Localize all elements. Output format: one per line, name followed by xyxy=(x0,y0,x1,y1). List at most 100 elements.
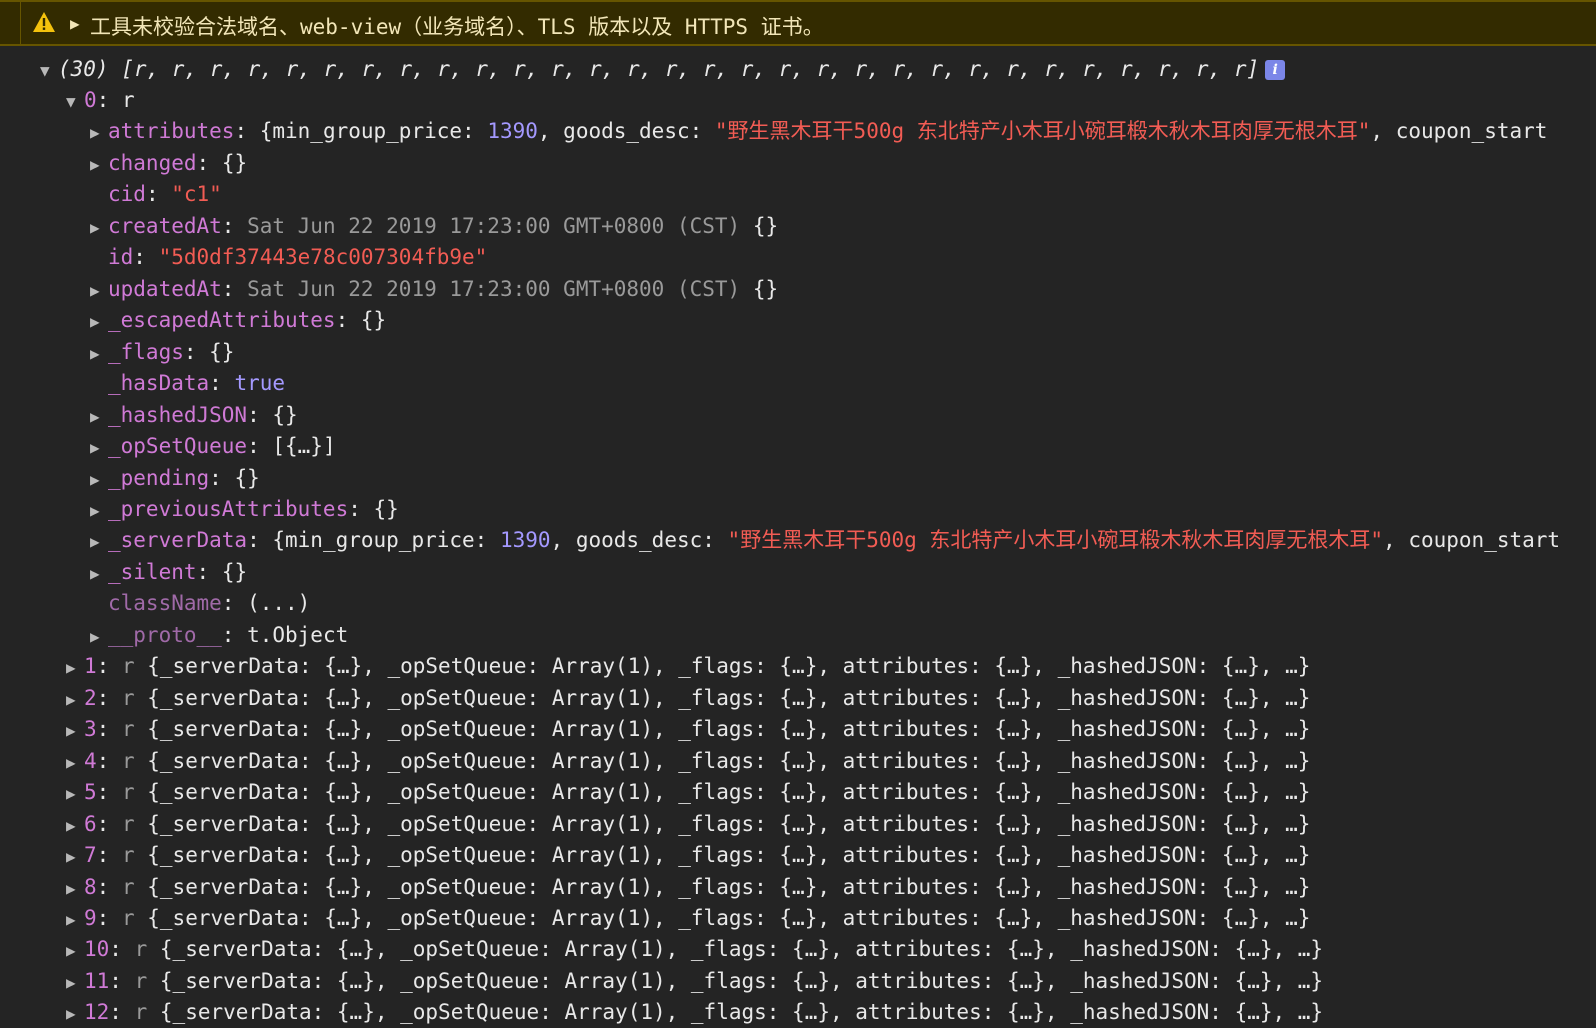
list-item[interactable]: ▶ 11: r {_serverData: {…}, _opSetQueue: A… xyxy=(0,966,1596,997)
property-changed[interactable]: ▶ changed: {} xyxy=(0,148,1596,179)
item-summary: {_serverData: {…}, _opSetQueue: Array(1)… xyxy=(147,686,1311,710)
collapse-triangle-icon[interactable]: ▼ xyxy=(66,86,84,116)
property-key: updatedAt xyxy=(108,277,222,301)
item-index: 4 xyxy=(84,749,97,773)
property-id: id: "5d0df37443e78c007304fb9e" xyxy=(108,245,488,269)
getter-value[interactable]: (...) xyxy=(247,591,310,615)
item-summary: {_serverData: {…}, _opSetQueue: Array(1)… xyxy=(159,1000,1324,1024)
property-key: __proto__ xyxy=(108,623,222,647)
property-previousAttributes[interactable]: ▶ _previousAttributes: {} xyxy=(0,494,1596,525)
property-escapedAttributes[interactable]: ▶ _escapedAttributes: {} xyxy=(0,305,1596,336)
expand-triangle-icon[interactable]: ▶ xyxy=(90,338,108,368)
property-key: _hashedJSON xyxy=(108,403,248,427)
item-summary: {_serverData: {…}, _opSetQueue: Array(1)… xyxy=(147,749,1311,773)
expand-triangle-icon[interactable]: ▶ xyxy=(66,998,84,1028)
item-type: r xyxy=(121,812,135,836)
property-flags[interactable]: ▶ _flags: {} xyxy=(0,337,1596,368)
property-serverData[interactable]: ▶ _serverData: {min_group_price: 1390, go… xyxy=(0,525,1596,556)
expand-triangle-icon[interactable]: ▶ xyxy=(90,275,108,305)
item-summary: {_serverData: {…}, _opSetQueue: Array(1)… xyxy=(159,937,1324,961)
expand-triangle-icon[interactable]: ▶ xyxy=(90,526,108,556)
item-type: r xyxy=(121,686,135,710)
item-0-row[interactable]: ▼ 0: r xyxy=(0,85,1596,116)
property-className[interactable]: className: (...) xyxy=(0,588,1596,619)
preview-text: , goods_desc: xyxy=(537,119,715,143)
expand-triangle-icon[interactable]: ▶ xyxy=(90,401,108,431)
property-cid: cid: "c1" xyxy=(108,182,222,206)
expand-triangle-icon[interactable]: ▶ xyxy=(90,212,108,242)
property-attributes[interactable]: ▶ attributes: {min_group_price: 1390, goo… xyxy=(0,116,1596,147)
expand-triangle-icon[interactable]: ▶ xyxy=(66,841,84,871)
preview-text: {min_group_price: xyxy=(259,119,488,143)
expand-triangle-icon[interactable]: ▶ xyxy=(90,495,108,525)
list-item[interactable]: ▶ 5: r {_serverData: {…}, _opSetQueue: Ar… xyxy=(0,777,1596,808)
warning-text: 工具未校验合法域名、web-view（业务域名）、TLS 版本以及 HTTPS … xyxy=(90,15,824,39)
expand-triangle-icon[interactable]: ▶ xyxy=(66,778,84,808)
list-item[interactable]: ▶ 4: r {_serverData: {…}, _opSetQueue: Ar… xyxy=(0,746,1596,777)
property-opSetQueue[interactable]: ▶ _opSetQueue: [{…}] xyxy=(0,431,1596,462)
list-item[interactable]: ▶ 6: r {_serverData: {…}, _opSetQueue: Ar… xyxy=(0,809,1596,840)
item-index: 9 xyxy=(84,906,97,930)
expand-triangle-icon[interactable]: ▶ xyxy=(66,652,84,682)
list-item[interactable]: ▶ 10: r {_serverData: {…}, _opSetQueue: A… xyxy=(0,934,1596,965)
info-icon[interactable]: i xyxy=(1265,60,1286,80)
collapse-triangle-icon[interactable]: ▼ xyxy=(40,55,58,85)
list-item[interactable]: ▶ 1: r {_serverData: {…}, _opSetQueue: Ar… xyxy=(0,651,1596,682)
expand-triangle-icon[interactable]: ▶ xyxy=(66,873,84,903)
array-header-row[interactable]: ▼ (30) [r, r, r, r, r, r, r, r, r, r, r, … xyxy=(0,54,1596,85)
string-value: "5d0df37443e78c007304fb9e" xyxy=(158,245,488,269)
expand-triangle-icon[interactable]: ▶ xyxy=(90,117,108,147)
item-type: r xyxy=(121,875,135,899)
expand-triangle-icon[interactable]: ▶ xyxy=(90,621,108,651)
date-value: Sat Jun 22 2019 17:23:00 GMT+0800 (CST) xyxy=(247,277,741,301)
property-hasData: _hasData: true xyxy=(108,371,286,395)
expand-triangle-icon[interactable]: ▶ xyxy=(66,684,84,714)
expand-triangle-icon[interactable]: ▶ xyxy=(66,967,84,997)
property-key: _pending xyxy=(108,466,210,490)
item-index: 2 xyxy=(84,686,97,710)
expand-triangle-icon[interactable]: ▶ xyxy=(66,747,84,777)
item-index: 7 xyxy=(84,843,97,867)
warning-icon xyxy=(33,12,55,32)
expand-triangle-icon[interactable]: ▶ xyxy=(90,558,108,588)
expand-triangle-icon[interactable]: ▶ xyxy=(66,935,84,965)
preview-text: {min_group_price: xyxy=(272,528,500,552)
item-summary: {_serverData: {…}, _opSetQueue: Array(1)… xyxy=(147,906,1311,930)
item-index: 12 xyxy=(84,1000,110,1024)
list-item[interactable]: ▶ 2: r {_serverData: {…}, _opSetQueue: Ar… xyxy=(0,683,1596,714)
property-key: _serverData xyxy=(108,528,248,552)
string-value: "野生黑木耳干500g 东北特产小木耳小碗耳椴木秋木耳肉厚无根木耳" xyxy=(714,119,1371,143)
property-key: _opSetQueue xyxy=(108,434,248,458)
property-hashedJSON[interactable]: ▶ _hashedJSON: {} xyxy=(0,400,1596,431)
list-item[interactable]: ▶ 9: r {_serverData: {…}, _opSetQueue: Ar… xyxy=(0,903,1596,934)
list-item[interactable]: ▶ 7: r {_serverData: {…}, _opSetQueue: Ar… xyxy=(0,840,1596,871)
list-item[interactable]: ▶ 8: r {_serverData: {…}, _opSetQueue: Ar… xyxy=(0,872,1596,903)
list-item[interactable]: ▶ 3: r {_serverData: {…}, _opSetQueue: Ar… xyxy=(0,714,1596,745)
warning-message: ▶ 工具未校验合法域名、web-view（业务域名）、TLS 版本以及 HTTP… xyxy=(0,0,1596,46)
item-index: 8 xyxy=(84,875,97,899)
expand-triangle-icon[interactable]: ▶ xyxy=(66,715,84,745)
property-proto[interactable]: ▶ __proto__: t.Object xyxy=(0,620,1596,651)
item-type: r xyxy=(121,654,135,678)
item-summary: {_serverData: {…}, _opSetQueue: Array(1)… xyxy=(147,780,1311,804)
property-createdAt[interactable]: ▶ createdAt: Sat Jun 22 2019 17:23:00 GMT… xyxy=(0,211,1596,242)
item-type: r xyxy=(121,843,135,867)
expand-triangle-icon[interactable]: ▶ xyxy=(90,432,108,462)
expand-triangle-icon[interactable]: ▶ xyxy=(70,14,80,33)
property-value: t.Object xyxy=(247,623,349,647)
expand-triangle-icon[interactable]: ▶ xyxy=(66,810,84,840)
boolean-value: true xyxy=(234,371,286,395)
expand-triangle-icon[interactable]: ▶ xyxy=(90,306,108,336)
expand-triangle-icon[interactable]: ▶ xyxy=(66,904,84,934)
property-silent[interactable]: ▶ _silent: {} xyxy=(0,557,1596,588)
item-index: 11 xyxy=(84,969,110,993)
list-item[interactable]: ▶ 12: r {_serverData: {…}, _opSetQueue: A… xyxy=(0,997,1596,1028)
property-updatedAt[interactable]: ▶ updatedAt: Sat Jun 22 2019 17:23:00 GMT… xyxy=(0,274,1596,305)
property-key: cid xyxy=(108,182,146,206)
property-pending[interactable]: ▶ _pending: {} xyxy=(0,463,1596,494)
expand-triangle-icon[interactable]: ▶ xyxy=(90,464,108,494)
property-value: {} xyxy=(272,403,298,427)
item-type: r xyxy=(134,1000,148,1024)
expand-triangle-icon[interactable]: ▶ xyxy=(90,149,108,179)
string-value: "c1" xyxy=(171,182,222,206)
